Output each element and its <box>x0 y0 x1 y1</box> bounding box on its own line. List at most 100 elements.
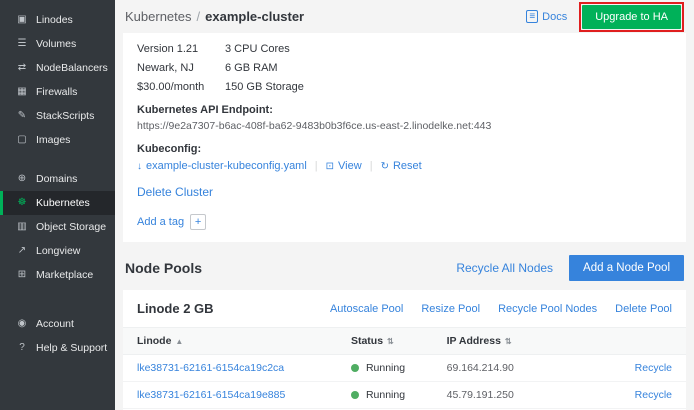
node-pools-header: Node Pools Recycle All Nodes Add a Node … <box>125 255 684 281</box>
spec-region: Newark, NJ <box>137 62 225 74</box>
sidebar-item-label: Help & Support <box>36 342 107 354</box>
sort-asc-icon: ▲ <box>175 337 183 346</box>
header-actions: ≡ Docs Upgrade to HA <box>526 2 684 32</box>
pool-actions: Autoscale Pool Resize Pool Recycle Pool … <box>312 303 672 315</box>
sidebar-item-account[interactable]: ◉ Account <box>0 312 115 336</box>
sidebar-item-images[interactable]: ▢ Images <box>0 128 115 152</box>
linode-icon: ▣ <box>15 15 29 25</box>
pool-card-header: Linode 2 GB Autoscale Pool Resize Pool R… <box>123 290 686 327</box>
firewalls-icon: ▦ <box>15 87 29 97</box>
recycle-all-nodes-link[interactable]: Recycle All Nodes <box>456 261 553 275</box>
recycle-link[interactable]: Recycle <box>585 382 686 409</box>
node-pools-header-actions: Recycle All Nodes Add a Node Pool <box>456 255 684 281</box>
autoscale-pool-link[interactable]: Autoscale Pool <box>330 303 403 315</box>
stackscripts-icon: ✎ <box>15 111 29 121</box>
kubeconfig-download-link[interactable]: ↓ example-cluster-kubeconfig.yaml <box>137 160 307 172</box>
delete-cluster-link[interactable]: Delete Cluster <box>137 185 213 199</box>
recycle-pool-nodes-link[interactable]: Recycle Pool Nodes <box>498 303 597 315</box>
sidebar-item-longview[interactable]: ↗ Longview <box>0 239 115 263</box>
sidebar-item-marketplace[interactable]: ⊞ Marketplace <box>0 263 115 287</box>
sidebar-item-nodebalancers[interactable]: ⇄ NodeBalancers <box>0 56 115 80</box>
status-label: Running <box>366 389 405 401</box>
sidebar-item-label: Marketplace <box>36 269 93 281</box>
delete-pool-link[interactable]: Delete Pool <box>615 303 672 315</box>
node-table: Linode ▲ Status ⇅ IP Address⇅ lke38731-621… <box>123 327 686 410</box>
sort-both-icon: ⇅ <box>505 337 512 346</box>
sidebar-item-help-support[interactable]: ? Help & Support <box>0 336 115 360</box>
account-icon: ◉ <box>15 319 29 329</box>
spec-cpu: 3 CPU Cores <box>225 43 397 55</box>
sidebar-item-kubernetes[interactable]: ☸ Kubernetes <box>0 191 115 215</box>
table-row: lke38731-62161-6154ca19e885 Running 45.7… <box>123 382 686 409</box>
column-header-ip[interactable]: IP Address⇅ <box>433 328 585 355</box>
ip-address: 69.164.214.90 <box>433 355 585 382</box>
api-endpoint-label: Kubernetes API Endpoint: <box>137 104 672 116</box>
linode-link[interactable]: lke38731-62161-6154ca19c2ca <box>123 355 337 382</box>
kubeconfig-reset-link[interactable]: ↻ Reset <box>381 160 422 172</box>
sidebar-item-label: Account <box>36 318 74 330</box>
volumes-icon: ☰ <box>15 39 29 49</box>
view-icon: ⊡ <box>326 161 334 172</box>
sidebar-item-label: Linodes <box>36 14 73 26</box>
sidebar-section-divider <box>0 152 115 167</box>
spec-storage: 150 GB Storage <box>225 81 397 93</box>
spec-price: $30.00/month <box>137 81 225 93</box>
sidebar-item-domains[interactable]: ⊕ Domains <box>0 167 115 191</box>
docs-link[interactable]: ≡ Docs <box>526 10 567 23</box>
cluster-summary-card: Version 1.21 3 CPU Cores Newark, NJ 6 GB… <box>123 33 686 242</box>
api-endpoint-value: https://9e2a7307-b6ac-408f-ba62-9483b0b3… <box>137 120 672 132</box>
domains-icon: ⊕ <box>15 174 29 184</box>
sidebar-item-volumes[interactable]: ☰ Volumes <box>0 32 115 56</box>
sidebar-item-firewalls[interactable]: ▦ Firewalls <box>0 80 115 104</box>
breadcrumb-separator: / <box>197 9 201 24</box>
breadcrumb-cluster-name: example-cluster <box>205 9 304 24</box>
linode-link[interactable]: lke38731-62161-6154ca19e885 <box>123 382 337 409</box>
column-label: Status <box>351 335 383 347</box>
annotation-highlight-box: Upgrade to HA <box>579 2 684 32</box>
divider: | <box>315 160 318 172</box>
column-header-status[interactable]: Status ⇅ <box>337 328 433 355</box>
status-label: Running <box>366 362 405 374</box>
status-running-icon <box>351 391 359 399</box>
breadcrumb-kubernetes[interactable]: Kubernetes <box>125 9 192 24</box>
sidebar-item-label: Volumes <box>36 38 76 50</box>
node-pool-card: Linode 2 GB Autoscale Pool Resize Pool R… <box>123 290 686 410</box>
longview-icon: ↗ <box>15 246 29 256</box>
marketplace-icon: ⊞ <box>15 270 29 280</box>
resize-pool-link[interactable]: Resize Pool <box>421 303 480 315</box>
divider: | <box>370 160 373 172</box>
recycle-link[interactable]: Recycle <box>585 355 686 382</box>
sidebar-item-stackscripts[interactable]: ✎ StackScripts <box>0 104 115 128</box>
ip-address: 45.79.191.250 <box>433 382 585 409</box>
kubeconfig-actions: ↓ example-cluster-kubeconfig.yaml | ⊡ Vi… <box>137 160 672 172</box>
sort-both-icon: ⇅ <box>387 337 394 346</box>
sidebar-item-label: Object Storage <box>36 221 106 233</box>
images-icon: ▢ <box>15 135 29 145</box>
reset-label: Reset <box>393 160 422 172</box>
status-badge: Running <box>351 362 419 374</box>
sidebar-item-linodes[interactable]: ▣ Linodes <box>0 8 115 32</box>
view-label: View <box>338 160 362 172</box>
status-badge: Running <box>351 389 419 401</box>
upgrade-to-ha-button[interactable]: Upgrade to HA <box>582 5 681 29</box>
plus-icon: + <box>190 214 206 230</box>
add-node-pool-button[interactable]: Add a Node Pool <box>569 255 684 281</box>
docs-icon: ≡ <box>526 10 538 23</box>
node-table-header-row: Linode ▲ Status ⇅ IP Address⇅ <box>123 328 686 355</box>
node-pools-title: Node Pools <box>125 260 202 276</box>
spec-ram: 6 GB RAM <box>225 62 397 74</box>
kubeconfig-label: Kubeconfig: <box>137 143 672 155</box>
cluster-specs: Version 1.21 3 CPU Cores Newark, NJ 6 GB… <box>137 43 397 93</box>
kubeconfig-view-link[interactable]: ⊡ View <box>326 160 362 172</box>
table-row: lke38731-62161-6154ca19c2ca Running 69.1… <box>123 355 686 382</box>
add-tag-button[interactable]: Add a tag + <box>137 214 206 230</box>
spec-version: Version 1.21 <box>137 43 225 55</box>
sidebar-item-object-storage[interactable]: ▥ Object Storage <box>0 215 115 239</box>
sidebar-item-label: Longview <box>36 245 80 257</box>
sidebar: ▣ Linodes ☰ Volumes ⇄ NodeBalancers ▦ Fi… <box>0 0 115 410</box>
column-label: Linode <box>137 335 171 347</box>
column-header-actions <box>585 328 686 355</box>
column-header-linode[interactable]: Linode ▲ <box>123 328 337 355</box>
object-storage-icon: ▥ <box>15 222 29 232</box>
nodebalancers-icon: ⇄ <box>15 63 29 73</box>
